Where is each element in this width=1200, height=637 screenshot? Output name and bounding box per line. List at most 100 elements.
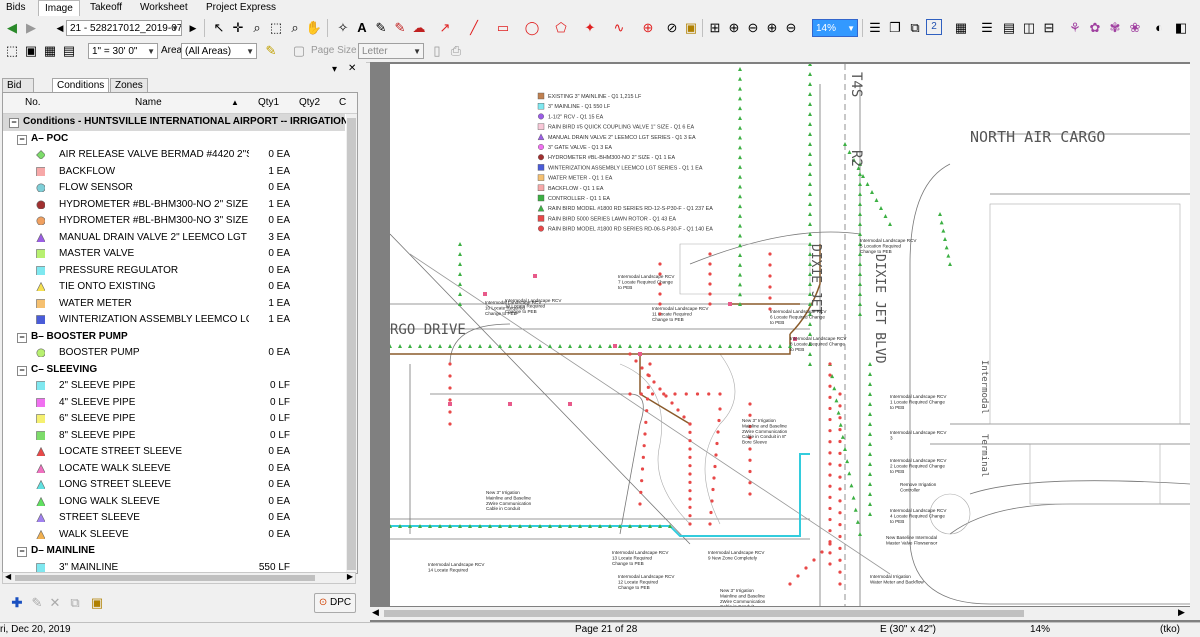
condition-row[interactable]: 6" SLEEVE PIPE 0 LF [3,411,345,428]
fit-page-icon[interactable]: ⊞ [706,19,724,37]
close-panel-icon[interactable]: ✕ [348,63,356,74]
link-icon[interactable]: ✿ [1086,19,1104,37]
condition-row[interactable]: HYDROMETER #BL-BHM300-NO 2" SIZE 1 EA [3,197,345,214]
group-collapse-toggle[interactable]: − [17,134,27,145]
polyline-tool-icon[interactable]: ✦ [581,19,599,37]
zoom-tool-icon[interactable]: ⌕ [286,19,304,37]
tab-zones[interactable]: Zones [110,78,148,92]
image-export-icon[interactable]: ▤ [1000,19,1018,37]
legend-icon[interactable]: ✾ [1106,19,1124,37]
magic-wand-icon[interactable]: ✧ [334,19,352,37]
stamp-tool-icon[interactable]: ⊕ [639,19,657,37]
drawing-hscroll-thumb[interactable] [384,610,1024,617]
copy-page-icon[interactable]: ⧉ [906,19,924,37]
new-page-icon[interactable]: ▯ [428,42,446,60]
zoom-in-icon[interactable]: ⊕ [725,19,743,37]
fit-icon[interactable]: ▣ [22,42,40,60]
page-size-select[interactable]: Letter ▼ [358,43,424,59]
col-qty2[interactable]: Qty2 [299,97,320,108]
page-size-icon[interactable]: ▢ [290,42,308,60]
zoom-previous-icon[interactable]: ⊖ [782,19,800,37]
scroll-thumb[interactable] [347,118,356,570]
add-condition-icon[interactable]: ✚ [8,594,26,612]
condition-row[interactable]: LOCATE WALK SLEEVE 0 EA [3,461,345,478]
zoom-width-icon[interactable]: ⊕ [763,19,781,37]
pen-icon[interactable]: ✎ [372,19,390,37]
zoom-window-icon[interactable]: ⌕ [248,19,266,37]
condition-row[interactable]: MASTER VALVE 0 EA [3,246,345,263]
menu-tab-takeoff[interactable]: Takeoff [84,0,128,15]
condition-row[interactable]: MANUAL DRAIN VALVE 2" LEEMCO LGT SERI...… [3,230,345,247]
col-extra[interactable]: C [339,97,346,108]
grid-toggle-icon[interactable]: ▦ [41,42,59,60]
condition-row[interactable]: STREET SLEEVE 0 EA [3,510,345,527]
rectangle-tool-icon[interactable]: ▭ [494,19,512,37]
arrow-tool-icon[interactable]: ↗ [436,19,454,37]
next-page-icon[interactable]: ▶ [184,19,202,37]
copy-condition-icon[interactable]: ⧉ [66,594,84,612]
condition-row[interactable]: PRESSURE REGULATOR 0 EA [3,263,345,280]
hide-markup-icon[interactable]: ⚘ [1066,19,1084,37]
list-view-icon[interactable]: ☰ [978,19,996,37]
plan-sheet[interactable]: NORTH AIR CARGO RGO DRIVE T4S R2 DIXIE J… [390,64,1190,606]
condition-row[interactable]: LONG STREET SLEEVE 0 EA [3,477,345,494]
area-wand-icon[interactable]: ✎ [262,42,280,60]
pointer-icon[interactable]: ↖ [210,19,228,37]
condition-row[interactable]: 4" SLEEVE PIPE 0 LF [3,395,345,412]
scale-select[interactable]: 1" = 30' 0" ▼ [88,43,158,59]
split-view-icon[interactable]: ◧ [1172,19,1190,37]
highlighter-icon[interactable]: ✎ [391,19,409,37]
pin-icon[interactable]: ▾ [332,64,337,75]
zoom-select[interactable]: 14% ▼ [812,19,858,37]
zoom-out-icon[interactable]: ⊖ [744,19,762,37]
menu-tab-worksheet[interactable]: Worksheet [134,0,194,15]
condition-row[interactable]: 8" SLEEVE PIPE 0 LF [3,428,345,445]
condition-row[interactable]: BACKFLOW 1 EA [3,164,345,181]
tab-bid-view[interactable]: Bid View [2,78,34,104]
condition-row[interactable]: TIE ONTO EXISTING 0 EA [3,279,345,296]
bookmark-icon[interactable]: ⊟ [1040,19,1058,37]
drawing-horizontal-scrollbar[interactable]: ◀ ▶ [370,607,1200,620]
grid-view-icon[interactable]: ▦ [952,19,970,37]
layers-icon[interactable]: ☰ [866,19,884,37]
text-tool-icon[interactable]: A [353,19,371,37]
condition-row[interactable]: LONG WALK SLEEVE 0 EA [3,494,345,511]
area-select[interactable]: (All Areas) ▼ [181,43,257,59]
print-icon[interactable]: ⎙ [447,42,465,60]
condition-row[interactable]: BOOSTER PUMP 0 EA [3,345,345,362]
condition-row[interactable]: AIR RELEASE VALVE BERMAD #4420 2"SIZE 0 E… [3,147,345,164]
ellipse-tool-icon[interactable]: ◯ [523,19,541,37]
menu-tab-image[interactable]: Image [38,0,80,16]
select-area-icon[interactable]: ⬚ [267,19,285,37]
drawing-vertical-scrollbar[interactable] [1190,62,1200,607]
grid-vertical-scrollbar[interactable] [346,114,357,573]
cloud-icon[interactable]: ☁ [410,19,428,37]
condition-group-row[interactable]: − D– MAINLINE [3,543,345,560]
polygon-tool-icon[interactable]: ⬠ [552,19,570,37]
condition-group-row[interactable]: − B– BOOSTER PUMP [3,329,345,346]
col-qty1[interactable]: Qty1 [258,97,279,108]
collapse-toggle[interactable]: − [9,118,19,128]
menu-tab-project-express[interactable]: Project Express [200,0,282,15]
delete-annotation-icon[interactable]: ⊘ [663,19,681,37]
edit-condition-icon[interactable]: ✎ [28,594,46,612]
condition-header-row[interactable]: − Conditions - HUNTSVILLE INTERNATIONAL … [3,114,348,131]
condition-group-row[interactable]: − A– POC [3,131,345,148]
irrigation-plan-drawing[interactable]: NORTH AIR CARGO RGO DRIVE T4S R2 DIXIE J… [390,64,1190,606]
delete-condition-icon[interactable]: ✕ [46,594,64,612]
overlay-icon[interactable]: ❐ [886,19,904,37]
page-select[interactable]: 21 - 528217012_2019-07- ▼ [66,20,182,36]
grid-horizontal-scrollbar[interactable]: ◀ ▶ [2,572,356,584]
condition-row[interactable]: 2" SLEEVE PIPE 0 LF [3,378,345,395]
hscroll-thumb[interactable] [15,575,315,581]
page-badge[interactable]: 2 [926,19,942,35]
drawing-viewport[interactable]: NORTH AIR CARGO RGO DRIVE T4S R2 DIXIE J… [370,62,1200,622]
crop-icon[interactable]: ⬚ [3,42,21,60]
group-collapse-toggle[interactable]: − [17,365,27,376]
col-name[interactable]: Name [135,97,162,108]
tab-conditions[interactable]: Conditions [52,78,110,92]
back-icon[interactable]: ◀ [3,19,21,37]
condition-row[interactable]: FLOW SENSOR 0 EA [3,180,345,197]
line-tool-icon[interactable]: ╱ [465,19,483,37]
condition-row[interactable]: WATER METER 1 EA [3,296,345,313]
